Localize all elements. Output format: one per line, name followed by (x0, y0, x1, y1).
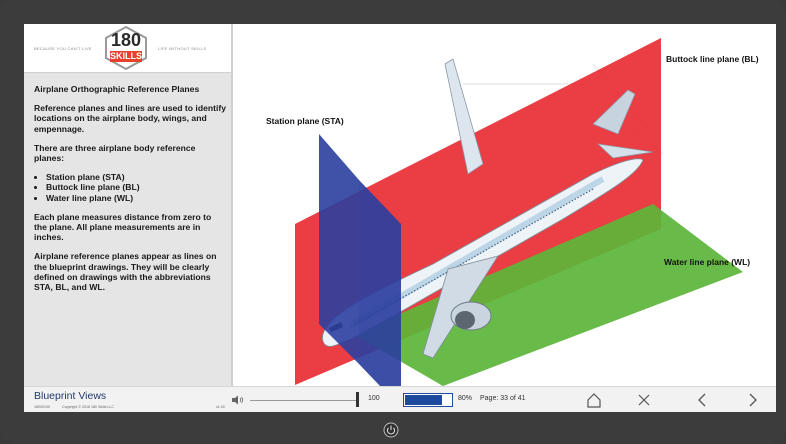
chevron-left-icon[interactable] (690, 390, 714, 410)
power-icon[interactable] (383, 422, 399, 438)
list-item: Station plane (STA) (46, 172, 226, 182)
home-icon[interactable] (582, 390, 606, 410)
lesson-title: Airplane Orthographic Reference Planes (34, 84, 200, 94)
station-plane-back (319, 134, 359, 364)
progress-bar (403, 393, 453, 407)
screen: BECAUSE YOU CAN'T LIVE LIFE WITHOUT SKIL… (24, 24, 776, 412)
version: v1.00 (216, 405, 225, 409)
paragraph-4: Airplane reference planes appear as line… (34, 251, 217, 293)
airplane-reference-planes-diagram (295, 38, 743, 408)
page-indicator: Page: 33 of 41 (480, 395, 526, 402)
progress-bar-fill (405, 395, 442, 405)
course-code: 18000100 (34, 405, 50, 409)
paragraph-2: There are three airplane body reference … (34, 142, 196, 164)
label-station-plane: Station plane (STA) (266, 116, 344, 126)
paragraph-1: Reference planes and lines are used to i… (34, 103, 226, 134)
device-frame: BECAUSE YOU CAN'T LIVE LIFE WITHOUT SKIL… (0, 0, 786, 444)
chevron-right-icon[interactable] (741, 390, 765, 410)
close-icon[interactable] (632, 390, 656, 410)
speaker-icon[interactable] (231, 395, 245, 405)
logo-number: 180 (110, 30, 142, 50)
logo: 180 SKILLS (102, 26, 150, 70)
list-item: Water line plane (WL) (46, 193, 226, 203)
logo-bar: BECAUSE YOU CAN'T LIVE LIFE WITHOUT SKIL… (24, 24, 231, 73)
logo-word: SKILLS (110, 51, 143, 62)
list-item: Buttock line plane (BL) (46, 182, 226, 192)
volume-value: 100 (368, 395, 380, 402)
copyright: Copyright © 2016 180 Skills LLC (62, 405, 114, 409)
label-buttock-line-plane: Buttock line plane (BL) (666, 54, 759, 64)
text-panel: BECAUSE YOU CAN'T LIVE LIFE WITHOUT SKIL… (24, 24, 231, 386)
tagline-right: LIFE WITHOUT SKILLS (158, 46, 207, 51)
progress-percent: 80% (458, 395, 473, 402)
volume-slider-track[interactable] (250, 400, 358, 401)
player-controls: Blueprint Views 18000100 Copyright © 201… (24, 386, 776, 412)
diagram-stage: Station plane (STA) Buttock line plane (… (233, 24, 776, 408)
course-title: Blueprint Views (34, 390, 107, 402)
plane-list: Station plane (STA) Buttock line plane (… (34, 172, 226, 203)
label-water-line-plane: Water line plane (WL) (664, 257, 751, 267)
tagline-left: BECAUSE YOU CAN'T LIVE (34, 46, 92, 51)
paragraph-3: Each plane measures distance from zero t… (34, 211, 212, 243)
volume-slider-handle[interactable] (356, 392, 359, 407)
lesson-text: Airplane Orthographic Reference Planes R… (34, 84, 226, 301)
